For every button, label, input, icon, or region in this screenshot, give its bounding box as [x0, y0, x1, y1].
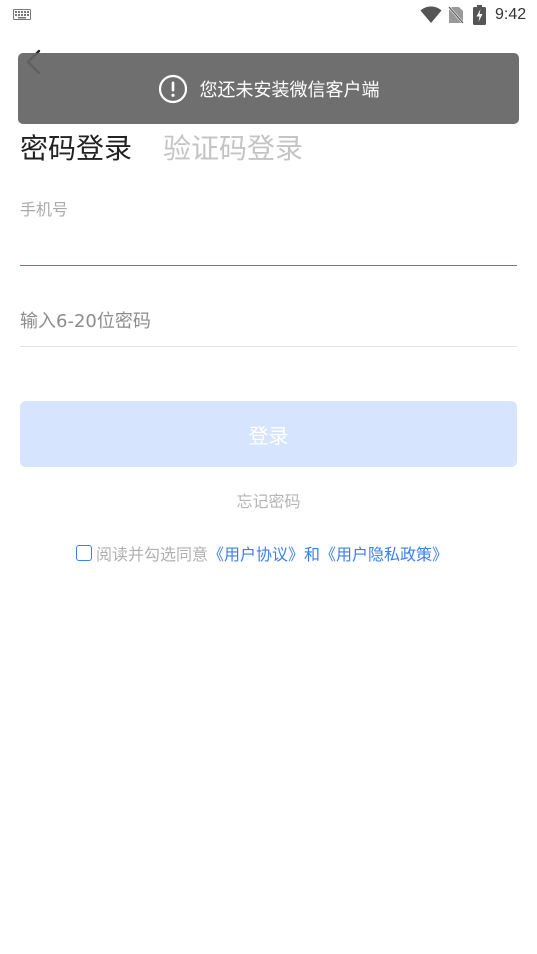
agreement-row: 阅读并勾选同意 《用户协议》 和 《用户隐私政策》	[76, 542, 448, 564]
forgot-password-link[interactable]: 忘记密码	[0, 488, 537, 512]
battery-charging-icon	[473, 5, 486, 25]
toast-message: 您还未安装微信客户端	[199, 79, 380, 101]
no-sim-icon	[448, 6, 464, 24]
user-agreement-link[interactable]: 《用户协议》	[208, 541, 304, 565]
tab-code-login[interactable]: 验证码登录	[163, 128, 303, 170]
keyboard-icon	[13, 9, 31, 20]
phone-field: 手机号	[20, 190, 517, 266]
agreement-checkbox[interactable]	[76, 545, 92, 561]
agreement-prefix: 阅读并勾选同意	[96, 545, 209, 564]
status-time: 9:42	[495, 6, 527, 23]
login-button-label: 登录	[248, 423, 289, 448]
password-input[interactable]	[20, 304, 517, 338]
toast: 您还未安装微信客户端	[18, 53, 519, 124]
password-field	[20, 300, 517, 347]
exclamation-circle-icon	[158, 74, 187, 103]
phone-input[interactable]	[20, 224, 517, 258]
login-button[interactable]: 登录	[20, 401, 517, 467]
phone-label: 手机号	[20, 200, 69, 219]
tab-password-login[interactable]: 密码登录	[20, 128, 132, 170]
wifi-icon	[420, 6, 442, 23]
agreement-and: 和	[304, 545, 321, 564]
privacy-policy-link[interactable]: 《用户隐私政策》	[320, 541, 448, 565]
status-bar: 9:42	[0, 0, 537, 30]
